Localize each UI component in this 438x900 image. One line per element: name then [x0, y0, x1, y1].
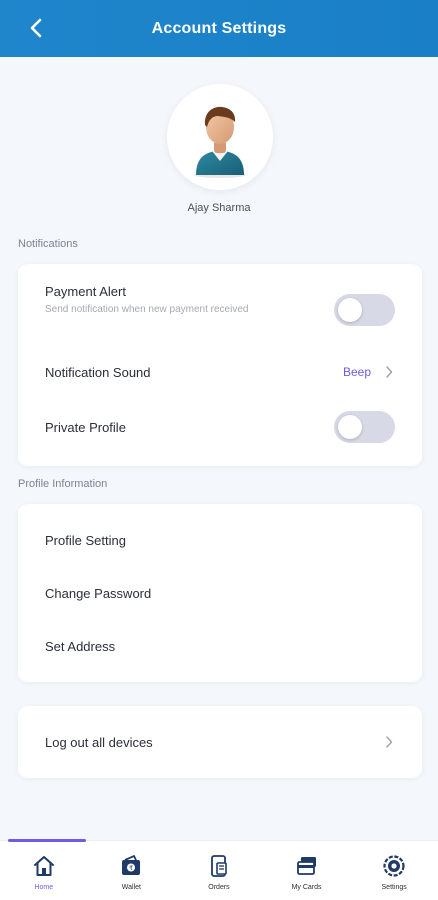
logout-all-devices-row[interactable]: Log out all devices [45, 732, 395, 752]
logout-all-devices-label: Log out all devices [45, 734, 153, 750]
nav-label-home: Home [34, 884, 54, 891]
user-name: Ajay Sharma [187, 202, 251, 214]
user-avatar-icon [194, 106, 246, 178]
avatar[interactable] [167, 84, 273, 190]
toggle-knob [338, 298, 362, 322]
private-profile-title: Private Profile [45, 419, 126, 435]
app-header: Account Settings [0, 0, 438, 57]
payment-alert-text: Payment Alert Send notification when new… [45, 284, 270, 318]
toggle-knob [338, 415, 362, 439]
private-profile-row: Private Profile [45, 411, 395, 443]
set-address-row[interactable]: Set Address [45, 636, 395, 656]
logout-card: Log out all devices [18, 706, 422, 778]
section-label-notifications: Notifications [18, 238, 78, 250]
section-label-profile-information: Profile Information [18, 478, 108, 490]
notifications-card: Payment Alert Send notification when new… [18, 264, 422, 466]
payment-alert-title: Payment Alert [45, 284, 126, 299]
back-button[interactable] [22, 14, 50, 42]
chevron-left-icon [30, 18, 42, 38]
profile-information-card: Profile Setting Change Password Set Addr… [18, 504, 422, 682]
chevron-right-icon [383, 366, 395, 378]
chevron-right-icon [383, 736, 395, 748]
nav-label-orders: Orders [208, 884, 230, 891]
wallet-icon: ₹ [118, 853, 144, 879]
nav-home[interactable]: Home [0, 841, 88, 900]
svg-text:₹: ₹ [129, 865, 133, 872]
settings-icon [381, 853, 407, 879]
notification-sound-value: Beep [342, 365, 371, 379]
notification-sound-value-group: Beep [343, 365, 395, 379]
nav-my-cards[interactable]: My Cards [263, 841, 351, 900]
payment-alert-toggle[interactable] [334, 294, 395, 326]
nav-wallet[interactable]: ₹ Wallet [88, 841, 176, 900]
profile-setting-label: Profile Setting [45, 532, 126, 548]
payment-alert-description: Send notification when new payment recei… [45, 304, 249, 315]
nav-label-my-cards: My Cards [291, 884, 322, 891]
orders-icon [206, 853, 232, 879]
page-title: Account Settings [151, 19, 287, 37]
nav-label-settings: Settings [381, 884, 407, 891]
home-icon [31, 853, 57, 879]
change-password-label: Change Password [45, 585, 152, 601]
private-profile-toggle[interactable] [334, 411, 395, 443]
change-password-row[interactable]: Change Password [45, 583, 395, 603]
profile-setting-row[interactable]: Profile Setting [45, 530, 395, 550]
notification-sound-row[interactable]: Notification Sound Beep [45, 362, 395, 382]
cards-icon [294, 853, 320, 879]
nav-label-wallet: Wallet [121, 884, 141, 891]
active-tab-indicator [8, 839, 86, 842]
notification-sound-title: Notification Sound [45, 364, 151, 380]
set-address-label: Set Address [45, 638, 116, 654]
nav-orders[interactable]: Orders [175, 841, 263, 900]
bottom-navigation: Home ₹ Wallet Orders My Cards Settings [0, 839, 438, 900]
payment-alert-row: Payment Alert Send notification when new… [45, 284, 395, 326]
nav-settings[interactable]: Settings [350, 841, 438, 900]
